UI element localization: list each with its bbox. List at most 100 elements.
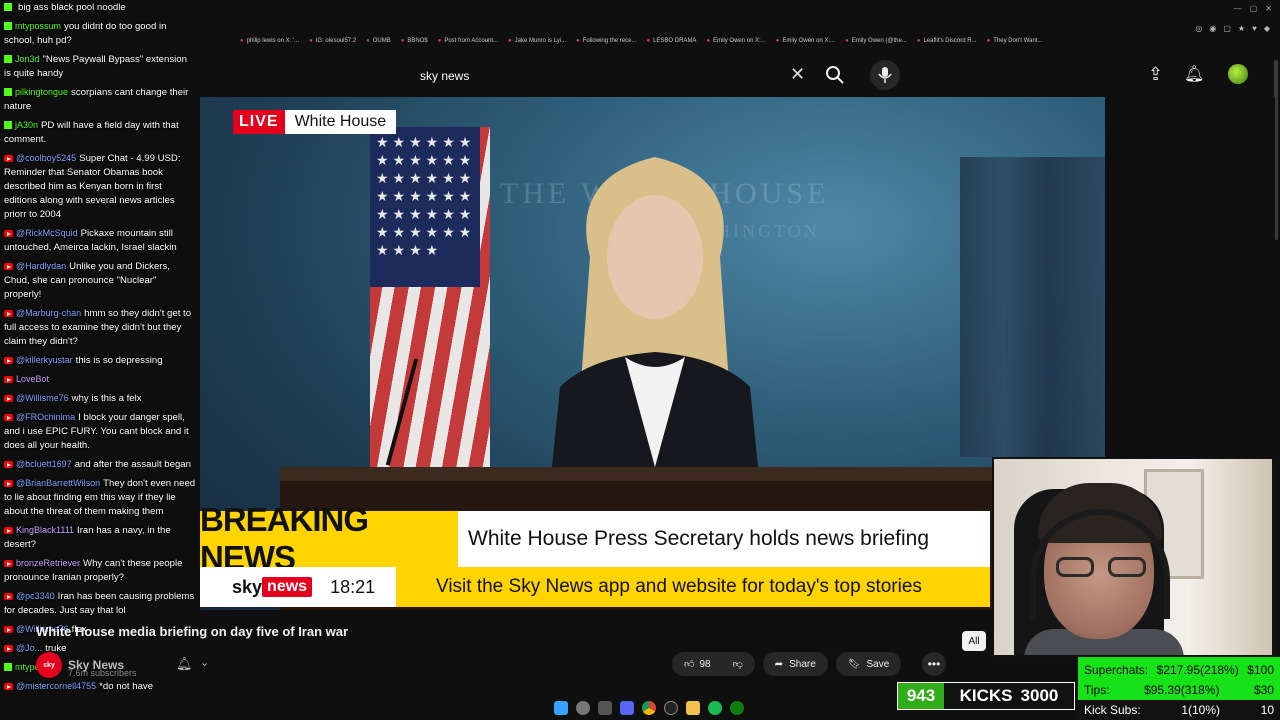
microphone-icon[interactable]	[870, 60, 900, 90]
youtube-badge-icon	[4, 593, 13, 600]
like-button[interactable]: 👍︎ 98	[684, 658, 711, 671]
search-input[interactable]: sky news	[408, 62, 818, 90]
tips-goal: $30	[1253, 683, 1274, 697]
bookmark-item[interactable]: Leaflit's Discord R...	[917, 38, 976, 44]
chat-username[interactable]: @Hardlydan	[16, 261, 66, 271]
windows-start-icon[interactable]	[554, 701, 568, 715]
logo-sky-text: sky	[232, 576, 263, 597]
chat-message: @FROchinima I block your danger spell, an…	[4, 410, 196, 453]
share-button[interactable]: ➦ Share	[762, 652, 828, 676]
more-options-button[interactable]: •••	[922, 652, 946, 676]
chip-all[interactable]: All	[962, 631, 986, 651]
chat-username[interactable]: jA30n	[15, 120, 38, 130]
chat-message: pilkingtongue scorpians cant change their…	[4, 85, 196, 114]
youtube-badge-icon	[4, 357, 13, 364]
discord-icon[interactable]	[620, 701, 634, 715]
obs-icon[interactable]	[664, 701, 678, 715]
dislike-button[interactable]: 👎︎	[733, 658, 743, 670]
live-badge: LIVE White House	[233, 110, 397, 134]
live-tag: LIVE	[233, 110, 285, 134]
chat-username[interactable]: pilkingtongue	[15, 87, 68, 97]
clear-search-icon[interactable]: ✕	[790, 64, 805, 85]
chevron-down-icon[interactable]: ⌄	[200, 656, 209, 669]
chat-username[interactable]: LoveBot	[16, 374, 49, 384]
bookmark-item[interactable]: IG: olesoul57.2	[309, 38, 356, 44]
chat-username[interactable]: @FROchinima	[16, 412, 75, 422]
chat-username[interactable]: @pc3340	[16, 591, 55, 601]
youtube-badge-icon	[4, 376, 13, 383]
chat-username[interactable]: @Willisme76	[16, 393, 69, 403]
chat-message: @bcluett1697 and after the assault began	[4, 457, 196, 472]
bookmark-item[interactable]: Emily Owen (@the...	[845, 38, 907, 44]
superchats-value: $217.95(218%)	[1156, 663, 1239, 677]
video-title: White House media briefing on day five o…	[36, 624, 349, 639]
channel-avatar[interactable]: sky	[36, 652, 62, 678]
bookmark-item[interactable]: philip lewis on X: '...	[240, 38, 300, 44]
breaking-news-headline: White House Press Secretary holds news b…	[458, 511, 990, 567]
extension-icon[interactable]: ▢	[1223, 24, 1231, 33]
search-taskbar-icon[interactable]	[576, 701, 590, 715]
stream-screen: philip lewis on X: '... IG: olesoul57.2 OU…	[0, 0, 1280, 720]
bookmark-item[interactable]: They Don't Want...	[987, 38, 1042, 44]
kicksubs-value: 1(10%)	[1181, 703, 1221, 717]
upload-icon[interactable]: ⇪	[1148, 64, 1163, 85]
chat-message: @killerkyustar this is so depressing	[4, 353, 196, 368]
youtube-badge-icon	[4, 310, 13, 317]
chat-username[interactable]: KingBlack1111	[16, 525, 74, 535]
search-icon[interactable]	[824, 64, 846, 86]
thumbs-up-icon: 👍︎	[684, 659, 695, 670]
chat-message: bronzeRetriever Why can't these people pr…	[4, 556, 196, 585]
bookmark-item[interactable]: OUMB	[366, 38, 391, 44]
notifications-bell-icon[interactable]: 🔔︎	[1184, 64, 1204, 84]
bookmark-item[interactable]: Emily Owen on X:...	[706, 38, 766, 44]
maximize-icon[interactable]: ▢	[1250, 4, 1258, 13]
like-dislike-group: 👍︎ 98 👎︎	[672, 652, 755, 676]
bookmark-item[interactable]: BBNO$	[401, 38, 427, 44]
video-player[interactable]: THE WHITE HOUSE WASHINGTON ★★★★★★★★★★★★★…	[200, 97, 1105, 610]
kicksubs-goal: 10	[1260, 703, 1274, 717]
kick-goal-bar: 943 KICKS 3000	[897, 682, 1075, 710]
extension-icon[interactable]: ◎	[1195, 24, 1202, 33]
account-avatar[interactable]	[1228, 64, 1248, 84]
xbox-icon[interactable]	[730, 701, 744, 715]
bookmark-item[interactable]: Emily Owen on X:...	[776, 38, 835, 44]
extension-icon[interactable]: ◉	[1209, 24, 1216, 33]
chat-username[interactable]: @mistercornell4755	[16, 681, 96, 691]
chat-username[interactable]: @RickMcSquid	[16, 228, 78, 238]
kick-badge-icon	[4, 88, 12, 96]
flag-stars: ★★★★★★★★★★★★★★★★★★★★★★★★★★★★★★★★★★★★★★★★	[376, 134, 476, 258]
kick-goal-target: 3000	[1020, 686, 1059, 705]
video-actions: 👍︎ 98 👎︎ ➦ Share 🔖︎ Save	[672, 652, 902, 676]
glasses	[1056, 557, 1146, 579]
extension-icon[interactable]: ◆	[1264, 24, 1270, 33]
chat-username[interactable]: @Marburg-chan	[16, 308, 81, 318]
chat-username[interactable]: mtypossum	[15, 21, 61, 31]
youtube-badge-icon	[4, 263, 13, 270]
bookmark-item[interactable]: Following the rece...	[576, 38, 637, 44]
bookmark-item[interactable]: Post from Account...	[438, 38, 498, 44]
chat-username[interactable]: @killerkyustar	[16, 355, 73, 365]
youtube-badge-icon	[4, 560, 13, 567]
chat-username[interactable]: @bcluett1697	[16, 459, 72, 469]
chrome-icon[interactable]	[642, 701, 656, 715]
chat-username[interactable]: @coolboy5245	[16, 153, 76, 163]
logo-news-text: news	[262, 577, 313, 597]
save-button[interactable]: 🔖︎ Save	[835, 652, 902, 676]
spotify-icon[interactable]	[708, 701, 722, 715]
minimize-icon[interactable]: —	[1234, 4, 1242, 13]
extension-icon[interactable]: ♥	[1252, 24, 1257, 33]
window-controls: — ▢ ✕	[1234, 4, 1272, 13]
chat-username[interactable]: Jon3d	[15, 54, 40, 64]
extension-icon[interactable]: ★	[1238, 24, 1245, 33]
file-explorer-icon[interactable]	[686, 701, 700, 715]
chat-username[interactable]: @BrianBarrettWilson	[16, 478, 100, 488]
chat-message: @mistercornell4755 *do not have	[4, 679, 196, 694]
chat-username[interactable]: bronzeRetriever	[16, 558, 80, 568]
bookmark-item[interactable]: LESBO DRAMA	[646, 38, 696, 44]
broadcast-clock: 18:21	[330, 576, 376, 597]
subscription-bell-icon[interactable]: 🔔︎	[176, 656, 193, 672]
bookmark-item[interactable]: Jake Munro is Lyi...	[508, 38, 566, 44]
close-icon[interactable]: ✕	[1265, 4, 1272, 13]
task-view-icon[interactable]	[598, 701, 612, 715]
chat-text: why is this a felx	[71, 393, 142, 404]
